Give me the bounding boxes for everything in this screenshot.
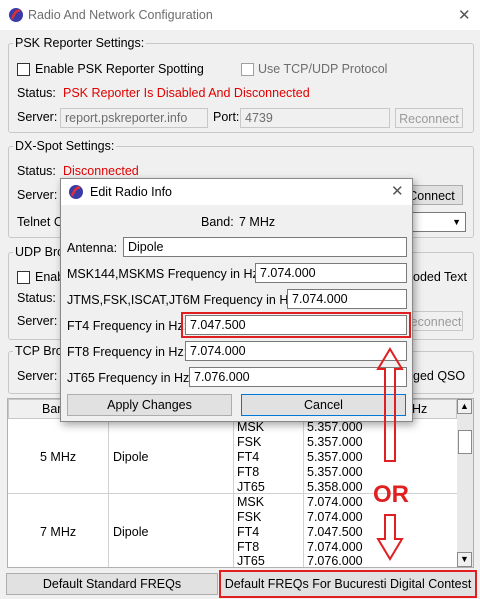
psk-enable-label: Enable PSK Reporter Spotting [35,62,204,76]
grid-mode-cell: FT8 [237,540,260,554]
grid-band-cell: 7 MHz [40,525,77,539]
grid-freq-cell: 5.357.000 [307,435,363,449]
grid-mode-cell: FT8 [237,465,260,479]
msk-freq-label: MSK144,MSKMS Frequency in Hz: [67,267,263,281]
psk-enable-checkbox[interactable] [17,63,30,76]
scroll-up-icon[interactable]: ▲ [457,399,472,414]
grid-mode-cell: JT65 [237,554,265,568]
tcp-server-label: Server: [17,369,58,383]
dialog-close-icon[interactable]: ✕ [391,182,404,200]
grid-mode-cell: FSK [237,435,262,449]
apply-changes-button[interactable]: Apply Changes [67,394,232,416]
dx-connect-label: Connect [408,189,455,203]
chevron-down-icon: ▼ [452,217,461,227]
grid-freq-cell: 7.074.000 [307,540,363,554]
grid-band-cell: 5 MHz [40,450,77,464]
tcp-udp-label: Use TCP/UDP Protocol [258,62,388,76]
grid-mode-cell: MSK [237,495,265,509]
jt65-freq-label: JT65 Frequency in Hz: [67,371,193,385]
ft4-highlight-box [181,312,411,338]
msk-freq-input[interactable]: 7.074.000 [255,263,407,283]
grid-freq-cell: 5.358.000 [307,480,363,494]
bucuresti-contest-button[interactable]: Default FREQs For Bucuresti Digital Cont… [219,570,477,598]
band-label: Band: [201,215,234,229]
psk-reconnect-button[interactable]: Reconnect [395,108,463,128]
dx-legend: DX-Spot Settings: [13,139,117,153]
default-standard-button[interactable]: Default Standard FREQs [6,573,218,595]
app-logo-icon [69,185,83,199]
down-arrow-icon [376,514,404,561]
psk-server-input[interactable]: report.pskreporter.info [60,108,208,128]
jtms-freq-label: JTMS,FSK,ISCAT,JT6M Frequency in Hz: [67,293,299,307]
grid-freq-cell: 7.074.000 [307,510,363,524]
psk-port-label: Port: [213,110,240,124]
udp-status-label: Status: [17,291,56,305]
up-arrow-icon [376,347,404,462]
grid-scrollbar[interactable] [457,399,473,567]
ft8-freq-label: FT8 Frequency in Hz: [67,345,188,359]
scroll-down-icon[interactable]: ▼ [457,552,472,567]
grid-header-freq: Hz [412,402,428,416]
grid-mode-cell: FT4 [237,525,260,539]
telnet-label: Telnet C [17,215,63,229]
dialog-title: Edit Radio Info [90,185,172,199]
grid-antenna-cell: Dipole [113,450,149,464]
band-value: 7 MHz [239,215,276,229]
bucuresti-contest-label: Default FREQs For Bucuresti Digital Cont… [224,577,472,591]
tcp-udp-checkbox[interactable] [241,63,254,76]
antenna-label: Antenna: [67,241,118,255]
grid-freq-cell: 7.047.500 [307,525,363,539]
app-logo-icon [9,8,23,22]
edit-radio-dialog: Edit Radio Info ✕ Band: 7 MHz Antenna: D… [60,178,413,422]
psk-status-label: Status: [17,86,56,100]
grid-freq-cell: 7.076.000 [307,554,363,568]
udp-legend: UDP Bro [13,245,67,259]
grid-mode-cell: JT65 [237,480,265,494]
udp-server-label: Server: [17,314,58,328]
dx-status-label: Status: [17,164,56,178]
default-standard-label: Default Standard FREQs [42,577,182,591]
psk-port-input[interactable]: 4739 [240,108,390,128]
scroll-thumb[interactable] [458,430,472,454]
tcp-logged-label: ged QSO [413,369,466,383]
udp-decoded-label: oded Text [413,270,467,284]
window-title: Radio And Network Configuration [28,8,213,22]
grid-freq-cell: 7.074.000 [307,495,363,509]
dx-status-text: Disconnected [63,164,139,178]
cancel-label: Cancel [304,398,343,412]
close-icon[interactable]: ✕ [458,6,471,24]
jtms-freq-input[interactable]: 7.074.000 [287,289,407,309]
psk-legend: PSK Reporter Settings: [13,36,147,50]
grid-freq-cell: 5.357.000 [307,420,363,434]
antenna-input[interactable]: Dipole [123,237,407,257]
grid-header-band: Bar [42,402,62,416]
tcp-legend: TCP Bro [13,344,65,358]
grid-freq-cell: 5.357.000 [307,465,363,479]
ft4-freq-label: FT4 Frequency in Hz: [67,319,188,333]
grid-mode-cell: MSK [237,420,265,434]
psk-status-text: PSK Reporter Is Disabled And Disconnecte… [63,86,310,100]
grid-mode-cell: FT4 [237,450,260,464]
or-annotation: OR [373,481,409,508]
title-bar: Radio And Network Configuration ✕ [0,0,480,30]
annotation-arrows [376,347,404,561]
dialog-title-bar: Edit Radio Info ✕ [61,179,412,205]
grid-antenna-cell: Dipole [113,525,149,539]
apply-changes-label: Apply Changes [107,398,192,412]
udp-enable-checkbox[interactable] [17,271,30,284]
psk-server-label: Server: [17,110,58,124]
grid-mode-cell: FSK [237,510,262,524]
dx-server-label: Server: [17,188,58,202]
grid-freq-cell: 5.357.000 [307,450,363,464]
